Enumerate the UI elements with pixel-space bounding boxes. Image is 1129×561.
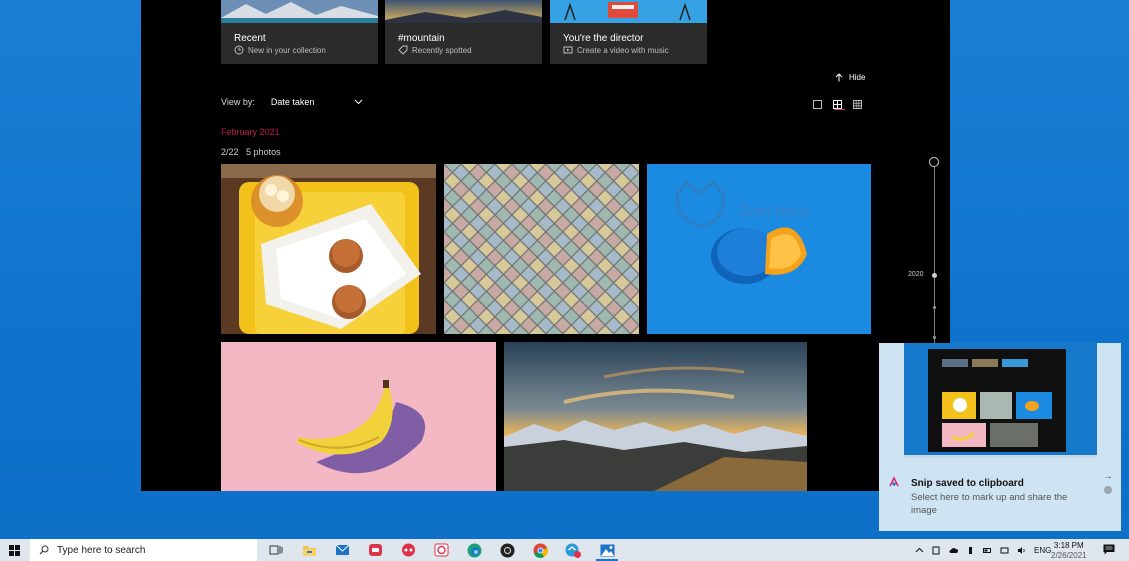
photo-banana[interactable]: [221, 342, 496, 491]
file-explorer-icon[interactable]: [301, 542, 317, 558]
view-by-value: Date taken: [270, 97, 315, 107]
task-view-icon[interactable]: [268, 542, 284, 558]
snip-notification[interactable]: Snip saved to clipboard Select here to m…: [879, 343, 1121, 531]
clock-date: 2/26/2021: [1051, 551, 1087, 560]
photo-count: 5 photos: [246, 147, 281, 157]
card-subtitle: New in your collection: [248, 45, 326, 55]
card-subtitle: Recently spotted: [412, 45, 472, 55]
small-view-icon[interactable]: [853, 96, 862, 109]
card-title: You're the director: [563, 33, 644, 44]
selected-view-indicator: [834, 109, 845, 110]
usb-drive-icon[interactable]: [966, 546, 975, 555]
card-director[interactable]: You're the director Create a video with …: [550, 0, 707, 64]
video-icon: [563, 46, 573, 54]
volume-icon[interactable]: [1017, 546, 1026, 555]
mountain-thumbnail: [385, 0, 542, 23]
toast-options-button[interactable]: [1104, 486, 1112, 494]
timeline-track[interactable]: [934, 166, 935, 356]
timeline-year-label: 2020: [908, 271, 924, 278]
month-heading: February 2021: [221, 127, 280, 137]
chevron-up-icon[interactable]: [915, 546, 924, 555]
view-size-options: [813, 96, 862, 109]
arrow-up-icon: [835, 73, 843, 82]
clock-time: 3:18 PM: [1053, 541, 1084, 550]
snip-preview-window: [928, 349, 1066, 452]
hide-label: Hide: [849, 73, 866, 82]
chrome-icon[interactable]: [532, 542, 548, 558]
card-subtitle: Create a video with music: [577, 45, 669, 55]
snip-preview: [904, 343, 1097, 458]
chat-app-icon[interactable]: [400, 542, 416, 558]
card-title: Recent: [234, 33, 266, 44]
taskbar: Type here to search ENG 3:18 PM 2/26/202…: [0, 539, 1129, 561]
language-indicator[interactable]: ENG: [1034, 546, 1051, 555]
edge-icon[interactable]: [466, 542, 482, 558]
start-button[interactable]: [0, 539, 28, 561]
mail-icon[interactable]: [334, 542, 350, 558]
action-center-icon[interactable]: [1103, 544, 1115, 555]
chevron-down-icon: [355, 99, 363, 105]
photo-blue-egg[interactable]: Zom bera: [647, 164, 871, 334]
toast-body: Select here to mark up and share the ima…: [911, 492, 1068, 516]
photo-muffins[interactable]: [221, 164, 436, 334]
recent-thumbnail: [221, 0, 378, 23]
photos-app-window: Recent New in your collection #mountain …: [141, 0, 950, 491]
card-mountain[interactable]: #mountain Recently spotted: [385, 0, 542, 64]
view-by-label: View by:: [221, 97, 255, 107]
sync-app-icon[interactable]: [433, 542, 449, 558]
windows-logo-icon: [8, 544, 20, 556]
badge-app-icon[interactable]: [565, 542, 581, 558]
tag-icon: [398, 45, 408, 55]
photo-tiles[interactable]: [444, 164, 639, 334]
medium-view-icon[interactable]: [833, 96, 842, 109]
card-title: #mountain: [398, 33, 445, 44]
card-recent[interactable]: Recent New in your collection: [221, 0, 378, 64]
clock-icon: [234, 45, 244, 55]
toast-open-arrow[interactable]: →: [1103, 471, 1113, 482]
photos-icon[interactable]: [596, 542, 618, 561]
battery-icon[interactable]: [983, 546, 992, 555]
timeline-tick: [933, 306, 936, 309]
photo-mountain-sunset[interactable]: [504, 342, 807, 491]
director-thumbnail: [550, 0, 707, 23]
search-icon: [39, 545, 49, 555]
system-tray: ENG: [915, 539, 1051, 561]
toast-title: Snip saved to clipboard: [911, 478, 1024, 489]
taskbar-search-box[interactable]: Type here to search: [30, 539, 257, 561]
network-icon[interactable]: [1000, 546, 1009, 555]
watermark-text: Zom bera: [739, 203, 808, 220]
day-heading: 2/22: [221, 147, 239, 157]
cloud-icon[interactable]: [949, 546, 958, 555]
clock[interactable]: 3:18 PM 2/26/2021: [1051, 541, 1087, 561]
timeline-tick: [933, 336, 936, 339]
meet-now-icon[interactable]: [932, 546, 941, 555]
timeline-year-marker[interactable]: [932, 273, 937, 278]
view-by-dropdown[interactable]: Date taken: [271, 97, 364, 107]
hide-button[interactable]: Hide: [835, 73, 865, 82]
snip-sketch-icon: [889, 476, 899, 487]
red-app-icon[interactable]: [367, 542, 383, 558]
large-view-icon[interactable]: [813, 96, 822, 109]
dark-app-icon[interactable]: [499, 542, 515, 558]
search-placeholder: Type here to search: [57, 544, 146, 556]
timeline-handle[interactable]: [929, 157, 939, 167]
